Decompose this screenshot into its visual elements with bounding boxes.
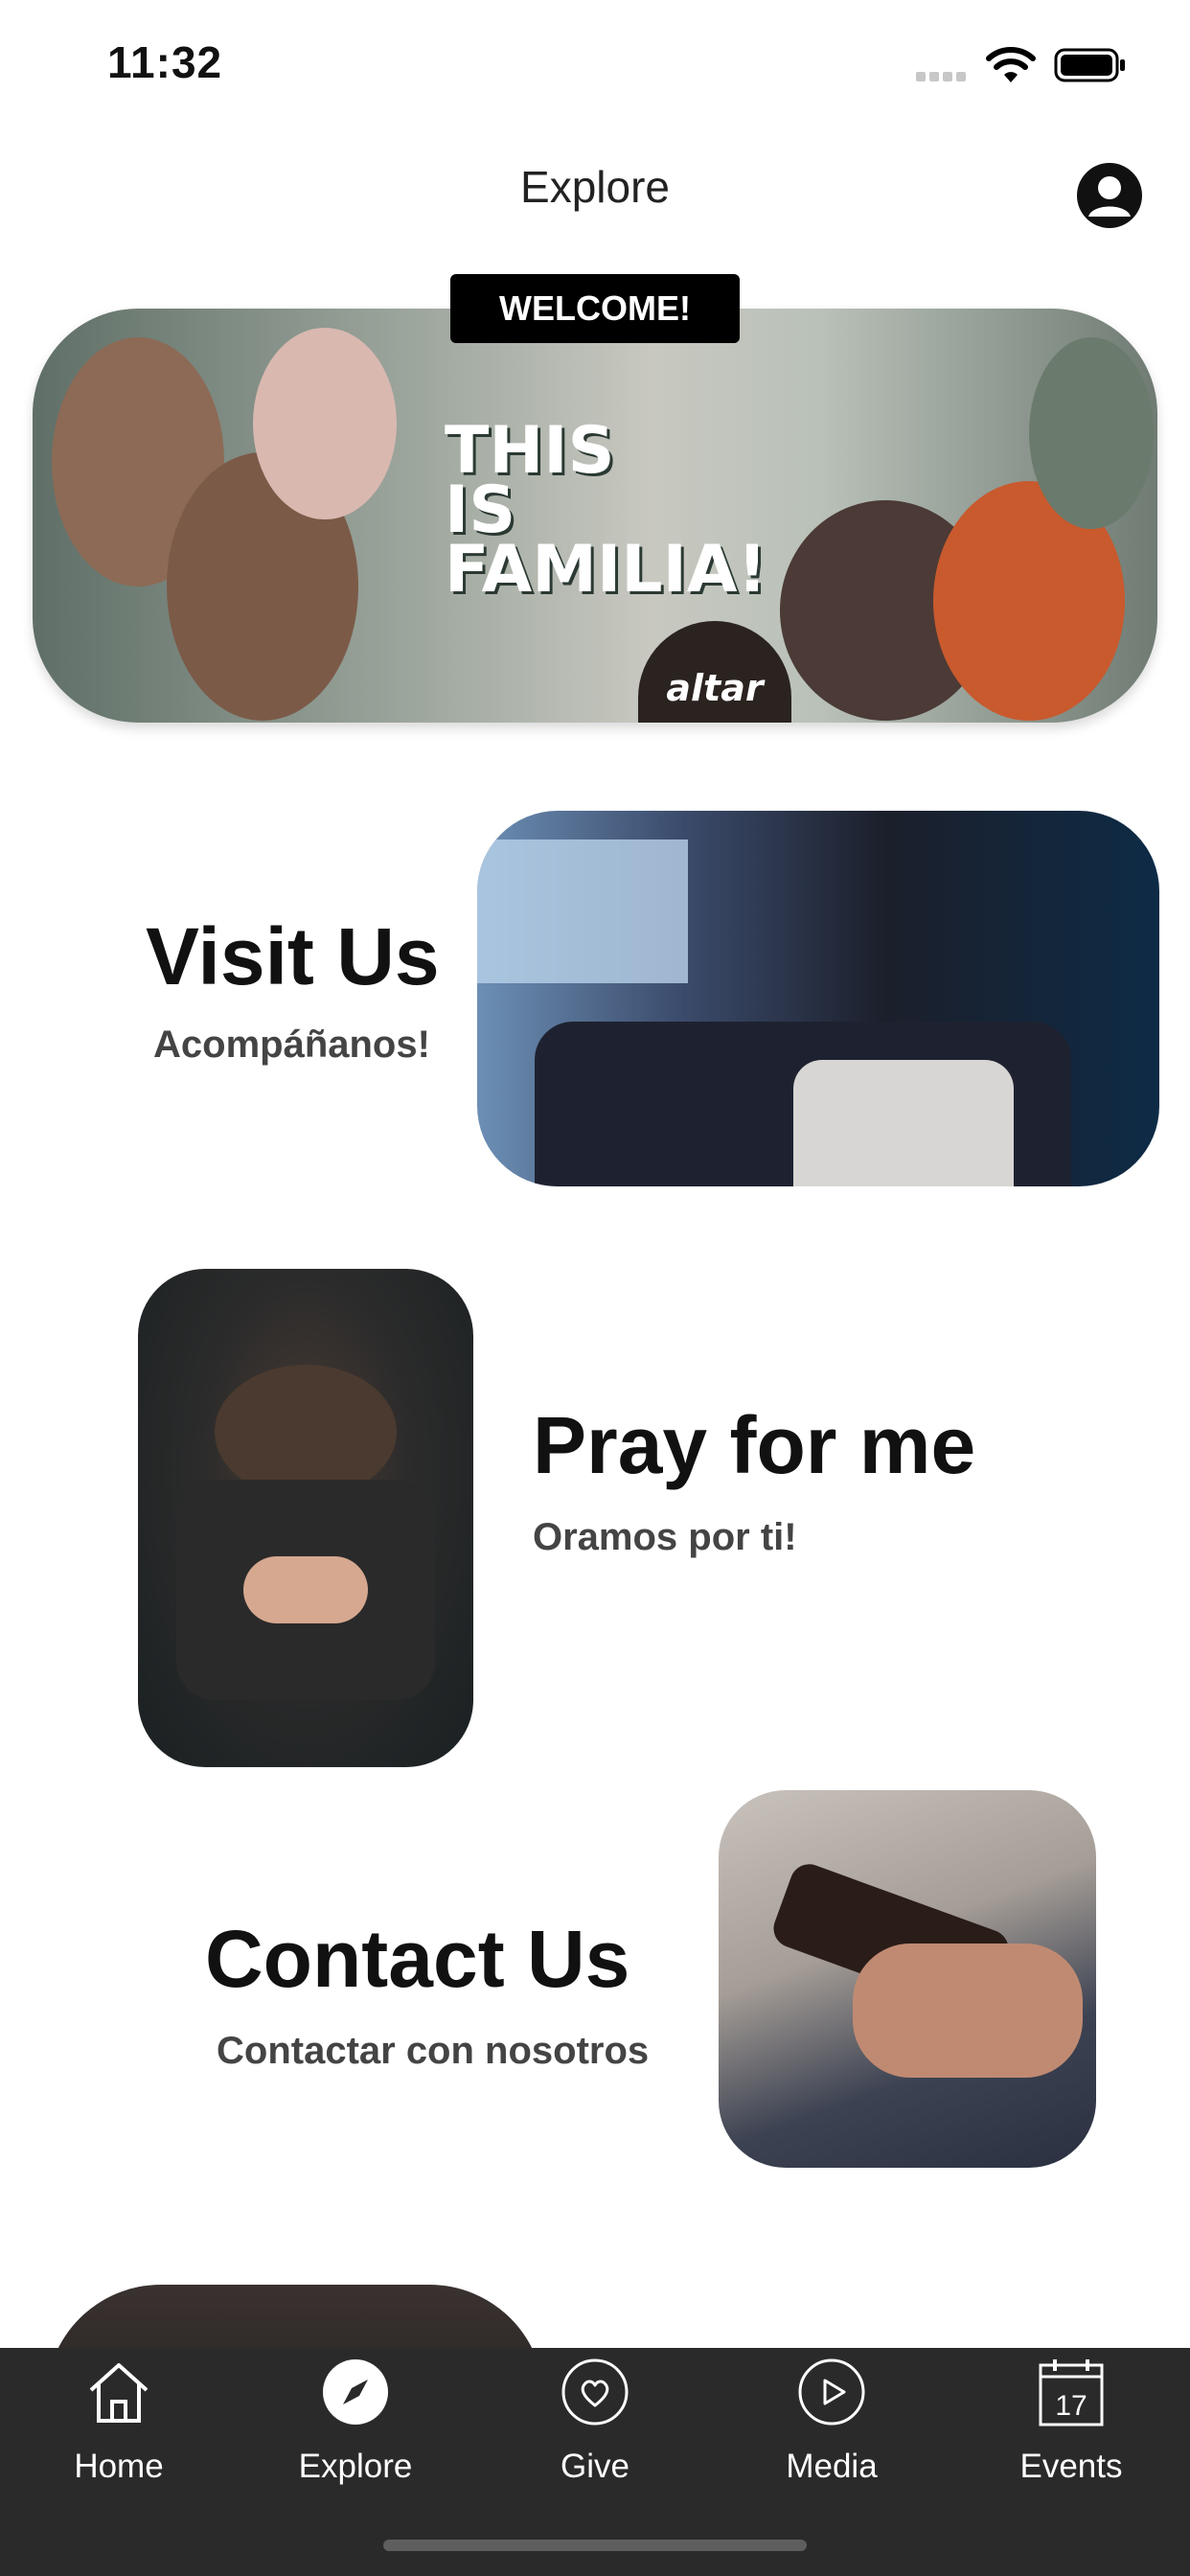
pray-for-me-subtitle: Oramos por ti! (533, 1516, 797, 1558)
tab-media[interactable]: Media (726, 2358, 937, 2492)
tab-explore[interactable]: Explore (250, 2358, 461, 2492)
tab-events[interactable]: 17 Events (966, 2358, 1177, 2492)
hero-banner[interactable]: THIS IS FAMILIA! altar (33, 309, 1157, 723)
tab-events-label: Events (1019, 2448, 1123, 2485)
home-icon (89, 2363, 149, 2423)
battery-icon (1054, 48, 1125, 82)
tab-home[interactable]: Home (13, 2358, 224, 2492)
page-title: Explore (520, 162, 670, 212)
contact-us-title[interactable]: Contact Us (205, 1913, 629, 2006)
cellular-signal-icon (916, 69, 972, 81)
heart-icon (561, 2358, 629, 2426)
visit-us-title[interactable]: Visit Us (146, 910, 440, 1003)
status-bar: 11:32 (0, 0, 1190, 134)
tab-explore-label: Explore (298, 2448, 413, 2485)
play-icon (798, 2358, 865, 2426)
pray-for-me-title[interactable]: Pray for me (533, 1399, 975, 1492)
visit-us-photo[interactable] (477, 811, 1159, 1186)
tab-home-label: Home (74, 2448, 164, 2485)
wifi-icon (986, 47, 1036, 82)
tab-give-label: Give (561, 2448, 629, 2485)
altar-logo: altar (638, 621, 791, 723)
tab-give[interactable]: Give (490, 2358, 700, 2492)
contact-us-subtitle: Contactar con nosotros (217, 2030, 650, 2072)
calendar-icon: 17 (1039, 2359, 1104, 2426)
hero-headline-line: FAMILIA! (445, 532, 767, 608)
pray-for-me-photo[interactable] (138, 1269, 473, 1767)
profile-icon[interactable] (1075, 161, 1144, 230)
tab-media-label: Media (786, 2448, 878, 2485)
status-time: 11:32 (107, 37, 223, 87)
hero-headline: THIS IS FAMILIA! (445, 419, 767, 608)
home-indicator[interactable] (383, 2540, 807, 2551)
welcome-badge: WELCOME! (450, 274, 740, 343)
visit-us-subtitle: Acompáñanos! (153, 1024, 430, 1066)
compass-icon (323, 2359, 388, 2425)
calendar-day: 17 (1055, 2390, 1087, 2422)
contact-us-photo[interactable] (719, 1790, 1096, 2168)
